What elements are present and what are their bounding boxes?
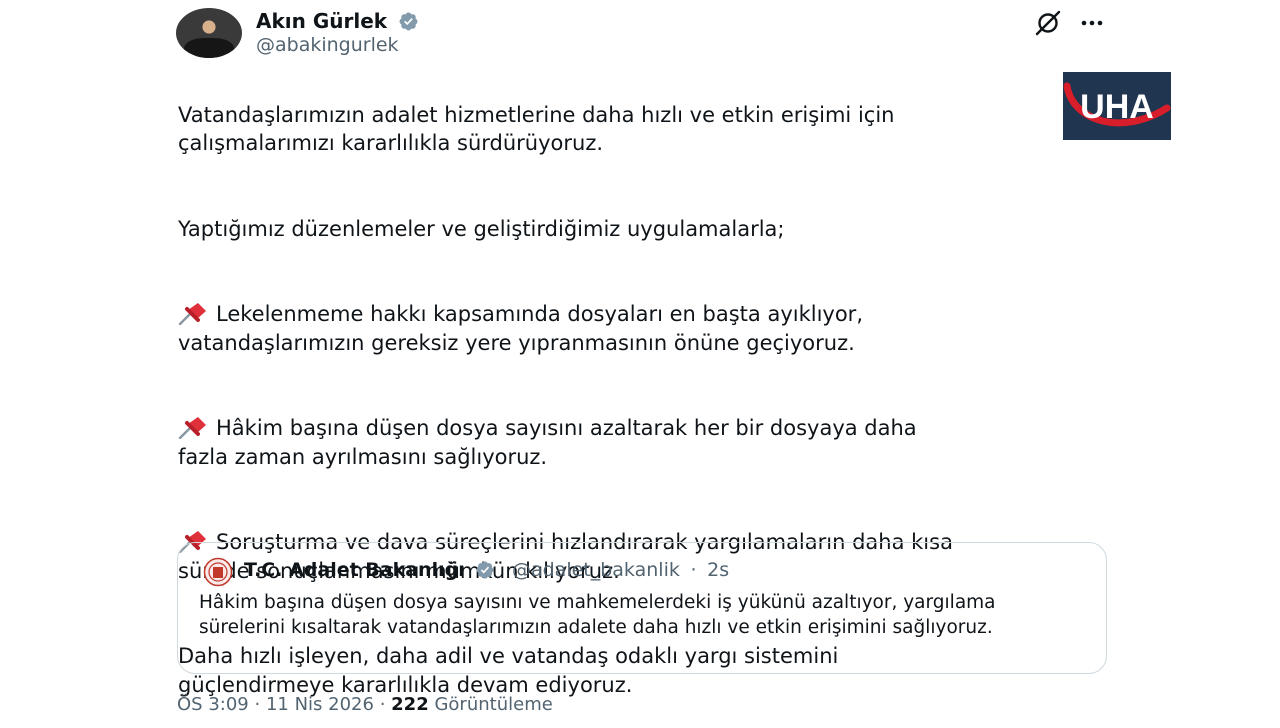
- tweet-date[interactable]: 11 Nis 2026: [266, 694, 374, 715]
- author-display-name[interactable]: Akın Gürlek: [256, 9, 387, 33]
- quote-display-name[interactable]: T.C. Adalet Bakanlığı: [244, 559, 465, 581]
- author-name-row[interactable]: Akın Gürlek: [256, 9, 419, 33]
- quote-separator: ·: [690, 559, 697, 581]
- tweet-meta: ÖS 3:09 · 11 Nis 2026 · 222 Görüntüleme: [177, 694, 553, 715]
- quote-header: T.C. Adalet Bakanlığı @adalet_bakanlik ·…: [244, 559, 729, 581]
- paragraph-text: Vatandaşlarımızın adalet hizmetlerine da…: [178, 102, 895, 156]
- grok-icon[interactable]: [1034, 9, 1062, 37]
- quoted-tweet[interactable]: T.C. Adalet Bakanlığı @adalet_bakanlik ·…: [177, 542, 1107, 674]
- quote-verified-badge-icon: [476, 561, 494, 579]
- author-handle[interactable]: @abakingurlek: [256, 34, 399, 56]
- paragraph-text: Lekelenmeme hakkı kapsamında dosyaları e…: [178, 302, 863, 355]
- paragraph-text: Yaptığımız düzenlemeler ve geliştirdiğim…: [178, 216, 785, 241]
- views-label: Görüntüleme: [434, 694, 553, 715]
- tweet-time[interactable]: ÖS 3:09: [177, 694, 249, 715]
- quote-avatar-seal: [203, 557, 233, 587]
- views-count: 222: [391, 694, 429, 715]
- uha-watermark-logo: UHA: [1063, 72, 1171, 140]
- tweet-paragraph: Lekelenmeme hakkı kapsamında dosyaları e…: [178, 272, 1078, 358]
- quote-text: Hâkim başına düşen dosya sayısını ve mah…: [199, 592, 996, 638]
- tweet: Akın Gürlek @abakingurlek Vatandaşlarımı…: [0, 0, 1280, 720]
- uha-logo-text: UHA: [1080, 88, 1154, 126]
- author-avatar[interactable]: [176, 8, 242, 58]
- meta-separator: ·: [254, 694, 261, 715]
- pushpin-icon: [178, 417, 206, 439]
- verified-badge-icon: [399, 12, 418, 31]
- paragraph-text: Hâkim başına düşen dosya sayısını azalta…: [178, 416, 917, 469]
- pushpin-icon: [178, 303, 206, 325]
- tweet-paragraph: Hâkim başına düşen dosya sayısını azalta…: [178, 386, 1078, 472]
- quote-timestamp[interactable]: 2s: [707, 559, 729, 581]
- uha-logo-icon: UHA: [1063, 82, 1171, 127]
- tweet-paragraph: Yaptığımız düzenlemeler ve geliştirdiğim…: [178, 186, 1078, 243]
- more-options-icon[interactable]: [1078, 9, 1106, 37]
- tweet-paragraph: Vatandaşlarımızın adalet hizmetlerine da…: [178, 72, 1078, 158]
- quote-handle[interactable]: @adalet_bakanlik: [512, 559, 680, 581]
- meta-separator: ·: [379, 694, 386, 715]
